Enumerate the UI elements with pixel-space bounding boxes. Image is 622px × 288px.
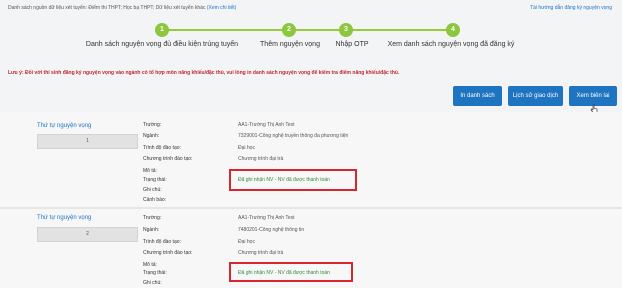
warning-note: Lưu ý: Đối với thí sinh đăng ký nguyện v…	[8, 70, 399, 76]
major-label: Ngành:	[143, 227, 160, 233]
school-value: AA1-Trường Thị Anh Test	[238, 215, 295, 221]
level-label: Trình độ đào tạo:	[143, 145, 181, 151]
program-value: Chương trình đại trà	[238, 250, 284, 256]
program-label: Chương trình đào tạo:	[143, 250, 193, 256]
step-1-indicator: 1	[155, 23, 169, 37]
step-4-indicator: 4	[446, 23, 460, 37]
major-label: Ngành:	[143, 133, 160, 139]
step-3-label[interactable]: Nhập OTP	[335, 41, 368, 48]
major-value: 7329001-Công nghệ truyền thông đa phương…	[238, 133, 349, 139]
school-label: Trường:	[143, 122, 162, 128]
transaction-history-button[interactable]: Lịch sử giao dịch	[508, 86, 563, 106]
wish-order-title: Thứ tự nguyện vọng	[37, 215, 92, 221]
level-value: Đại học	[238, 239, 255, 245]
step-2-label[interactable]: Thêm nguyện vọng	[260, 41, 320, 48]
note-label: Ghi chú:	[143, 280, 162, 286]
description-label: Mô tả:	[143, 262, 157, 268]
view-receipt-button[interactable]: Xem biên lai	[569, 86, 617, 106]
print-list-button[interactable]: In danh sách	[453, 86, 502, 106]
alert-label: Cảnh báo:	[143, 197, 167, 203]
status-highlight-box	[229, 262, 353, 282]
wish-order-number: 2	[37, 227, 138, 242]
note-label: Ghi chú:	[143, 187, 162, 193]
step-3-indicator: 3	[339, 23, 353, 37]
description-label: Mô tả:	[143, 168, 157, 174]
data-source-text: Danh sách nguồn dữ liệu xét tuyển: Điểm …	[8, 5, 236, 11]
data-source-label: Danh sách nguồn dữ liệu xét tuyển: Điểm …	[8, 5, 206, 11]
step-1-label[interactable]: Danh sách nguyện vọng đủ điều kiện trúng…	[86, 41, 238, 48]
step-4-label[interactable]: Xem danh sách nguyện vọng đã đăng ký	[388, 41, 515, 48]
step-connector	[162, 29, 289, 31]
view-detail-link[interactable]: (Xem chi tiết)	[207, 5, 236, 11]
school-label: Trường:	[143, 215, 162, 221]
program-value: Chương trình đại trà	[238, 156, 284, 162]
program-label: Chương trình đào tạo:	[143, 156, 193, 162]
level-value: Đại học	[238, 145, 255, 151]
guide-link[interactable]: Tài hướng dẫn đăng ký nguyện vọng	[530, 5, 612, 11]
row-divider	[0, 207, 622, 209]
step-2-indicator: 2	[282, 23, 296, 37]
wish-order-number: 1	[37, 134, 138, 149]
warning-prefix: Lưu ý:	[8, 70, 24, 76]
school-value: AA1-Trường Thị Anh Test	[238, 122, 295, 128]
major-value: 7480201-Công nghệ thông tin	[238, 227, 305, 233]
status-label: Trạng thái:	[143, 177, 167, 183]
step-connector	[346, 29, 453, 31]
step-connector	[289, 29, 346, 31]
status-highlight-box	[229, 169, 357, 191]
status-label: Trạng thái:	[143, 270, 167, 276]
wish-order-title: Thứ tự nguyện vọng	[37, 123, 92, 129]
level-label: Trình độ đào tạo:	[143, 239, 181, 245]
warning-text: Đối với thí sinh đăng ký nguyện vọng vào…	[24, 70, 400, 76]
progress-stepper: 1 2 3 4 Danh sách nguyện vọng đủ điều ki…	[0, 20, 622, 60]
top-bar: Danh sách nguồn dữ liệu xét tuyển: Điểm …	[0, 0, 622, 16]
